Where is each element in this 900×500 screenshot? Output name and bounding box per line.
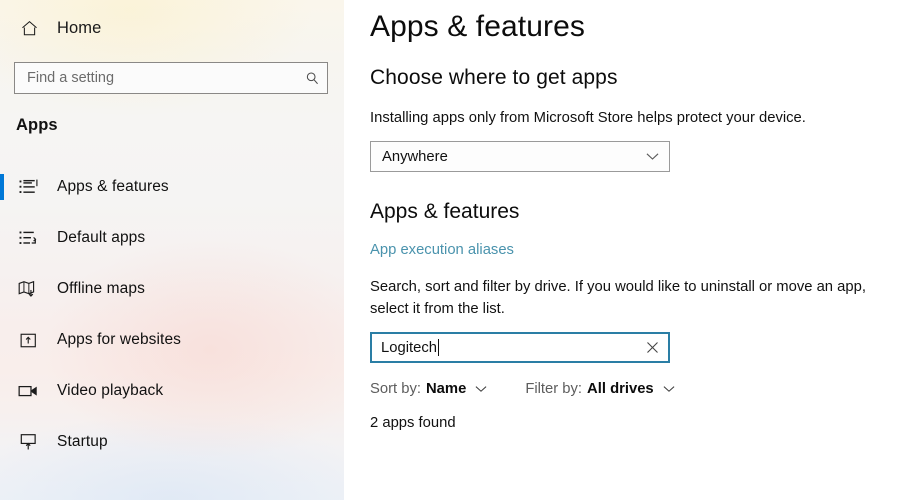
sidebar-item-default-apps[interactable]: Default apps [0, 221, 344, 255]
apps-and-features-heading: Apps & features [370, 200, 520, 224]
filter-by-label: Filter by: [525, 381, 583, 398]
sidebar-home-button[interactable]: Home [18, 13, 138, 43]
home-icon [18, 17, 40, 39]
sort-by-label: Sort by: [370, 381, 421, 398]
filter-row: Sort by: Name Filter by: All drives [370, 381, 900, 397]
sidebar-item-apps-for-websites[interactable]: Apps for websites [0, 323, 344, 357]
list-icon [14, 174, 42, 200]
app-execution-aliases-link[interactable]: App execution aliases [370, 242, 514, 258]
results-count: 2 apps found [370, 415, 456, 432]
selection-indicator [0, 174, 4, 200]
sidebar-item-startup[interactable]: Startup [0, 425, 344, 459]
sidebar-item-video-playback[interactable]: Video playback [0, 374, 344, 408]
app-window-arrow-icon [14, 327, 42, 353]
sidebar-item-label: Video playback [57, 382, 164, 399]
app-search-value: Logitech [381, 339, 437, 356]
find-a-setting-input[interactable]: Find a setting [14, 62, 328, 94]
sort-by-dropdown[interactable]: Sort by: Name [370, 381, 487, 397]
text-cursor [437, 339, 439, 357]
default-apps-icon [14, 225, 42, 251]
chevron-down-icon [663, 385, 675, 393]
search-icon [297, 71, 327, 86]
chevron-down-icon [635, 152, 669, 161]
sidebar-item-label: Offline maps [57, 280, 145, 297]
find-a-setting-placeholder: Find a setting [27, 70, 115, 86]
apps-and-features-description: Search, sort and filter by drive. If you… [370, 279, 866, 317]
choose-where-to-get-apps-heading: Choose where to get apps [370, 66, 618, 89]
chevron-down-icon [475, 385, 487, 393]
map-download-icon [14, 276, 42, 302]
sidebar-item-offline-maps[interactable]: Offline maps [0, 272, 344, 306]
sort-by-value: Name [426, 381, 467, 398]
choose-where-to-get-apps-description: Installing apps only from Microsoft Stor… [370, 110, 806, 126]
close-icon[interactable] [636, 341, 668, 354]
sidebar-item-label: Startup [57, 433, 108, 450]
app-source-dropdown[interactable]: Anywhere [370, 141, 670, 173]
sidebar-item-apps-and-features[interactable]: Apps & features [0, 170, 344, 204]
sidebar-item-label: Apps for websites [57, 331, 182, 348]
sidebar-section-title: Apps [16, 116, 58, 134]
sidebar-item-label: Apps & features [57, 178, 169, 195]
filter-by-dropdown[interactable]: Filter by: All drives [525, 381, 675, 398]
main-content: Apps & features Choose where to get apps… [344, 0, 900, 500]
settings-window: Home Find a setting Apps Apps & features… [0, 0, 900, 500]
video-camera-icon [14, 378, 42, 404]
sidebar-nav: Apps & features Default apps Offline map… [0, 170, 344, 476]
filter-by-value: All drives [587, 381, 654, 398]
sidebar-item-label: Default apps [57, 229, 146, 246]
sidebar-home-label: Home [57, 18, 102, 37]
app-search-input[interactable]: Logitech [370, 332, 670, 364]
sidebar: Home Find a setting Apps Apps & features… [0, 0, 344, 500]
page-title: Apps & features [370, 10, 585, 43]
monitor-arrow-icon [14, 429, 42, 455]
app-source-dropdown-value: Anywhere [382, 148, 448, 165]
